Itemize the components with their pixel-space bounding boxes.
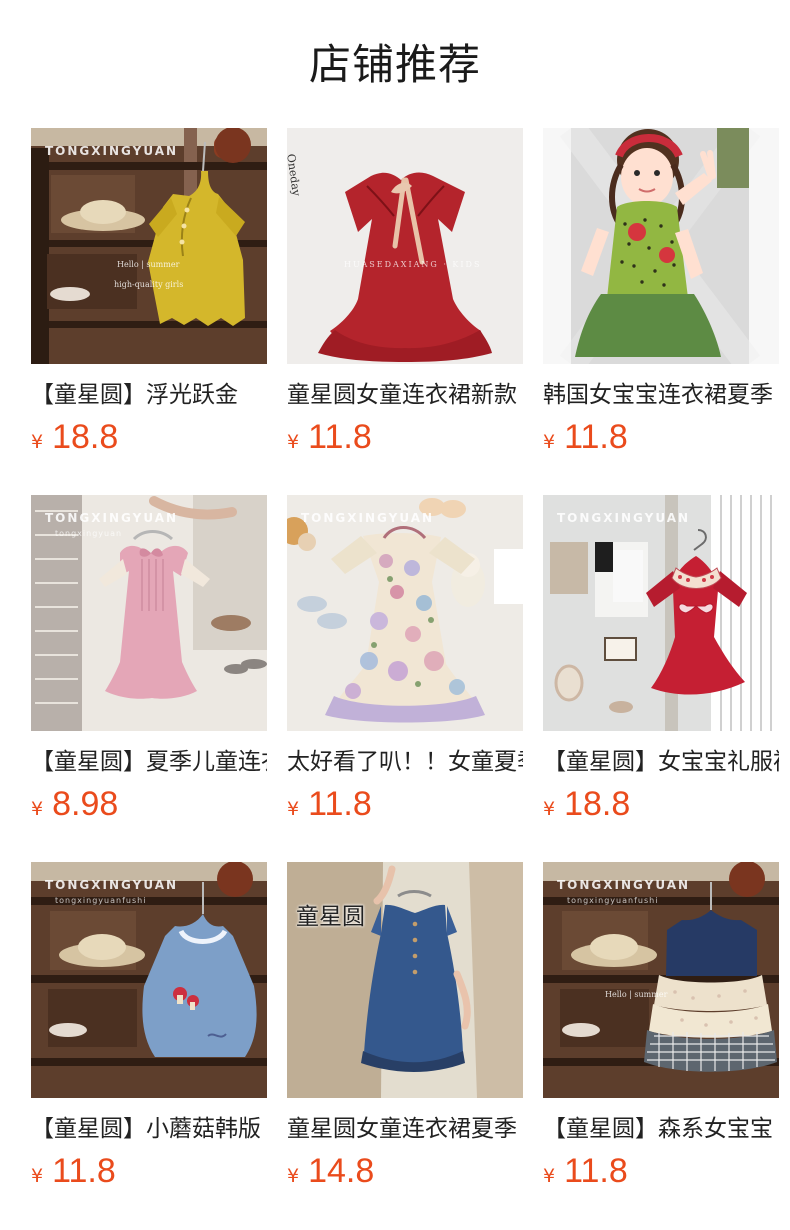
photo-watermark: TONGXINGYUAN <box>301 511 435 525</box>
product-image[interactable]: TONGXINGYUAN tongxingyuanfushi <box>31 862 267 1098</box>
currency-symbol: ¥ <box>287 431 300 453</box>
product-price: ¥ 8.98 <box>31 785 267 825</box>
product-card[interactable]: TONGXINGYUAN tongxingyuanfushi 【童星圆】小蘑菇韩… <box>31 862 267 1229</box>
floral-dress-photo <box>287 495 523 731</box>
photo-caption: high-quality girls <box>114 280 184 289</box>
product-card[interactable]: 韩国女宝宝连衣裙夏季 ¥ 11.8 <box>543 128 779 495</box>
photo-watermark: TONGXINGYUAN <box>45 878 179 892</box>
product-image[interactable]: 童星圆 <box>287 862 523 1098</box>
product-name[interactable]: 童星圆女童连衣裙夏季 <box>287 1112 523 1146</box>
brand-stamp: 童星圆 <box>296 904 365 930</box>
product-grid: TONGXINGYUAN Hello | summer high-quality… <box>31 128 781 1229</box>
product-price: ¥ 14.8 <box>287 1152 523 1192</box>
photo-caption: Hello | summer <box>605 990 668 999</box>
price-amount: 11.8 <box>564 1152 628 1190</box>
photo-watermark: TONGXINGYUAN <box>45 144 179 158</box>
currency-symbol: ¥ <box>287 1165 300 1187</box>
currency-symbol: ¥ <box>543 431 556 453</box>
section-title: 店铺推荐 <box>308 40 481 89</box>
product-card[interactable]: TONGXINGYUAN tongxingyuan 【童星圆】夏季儿童连衣裙 ¥… <box>31 495 267 862</box>
girl-watermelon-dress-photo <box>543 128 779 364</box>
price-amount: 8.98 <box>52 785 119 823</box>
currency-symbol: ¥ <box>287 798 300 820</box>
product-name[interactable]: 【童星圆】浮光跃金 <box>31 378 267 412</box>
product-name[interactable]: 【童星圆】夏季儿童连衣裙 <box>31 745 267 779</box>
photo-caption: tongxingyuanfushi <box>567 896 659 905</box>
price-amount: 11.8 <box>308 785 372 823</box>
product-card[interactable]: 童星圆 童星圆女童连衣裙夏季 ¥ 14.8 <box>287 862 523 1229</box>
product-image[interactable]: TONGXINGYUAN <box>543 495 779 731</box>
product-card[interactable]: TONGXINGYUAN tongxingyuanfushi Hello | s… <box>543 862 779 1229</box>
product-image[interactable] <box>543 128 779 364</box>
price-amount: 11.8 <box>308 418 372 456</box>
product-image[interactable]: TONGXINGYUAN <box>287 495 523 731</box>
price-amount: 14.8 <box>308 1152 375 1190</box>
photo-caption: tongxingyuanfushi <box>55 896 147 905</box>
product-name[interactable]: 【童星圆】女宝宝礼服裙 <box>543 745 779 779</box>
product-card[interactable]: TONGXINGYUAN 【童星圆】女宝宝礼服裙 ¥ 18.8 <box>543 495 779 862</box>
currency-symbol: ¥ <box>31 798 44 820</box>
product-card[interactable]: Oneday HUASEDAXIANG · KIDS 童星圆女童连衣裙新款 ¥ … <box>287 128 523 495</box>
product-card[interactable]: TONGXINGYUAN 太好看了叭！！女童夏季 ¥ 11.8 <box>287 495 523 862</box>
product-name[interactable]: 【童星圆】小蘑菇韩版 <box>31 1112 267 1146</box>
photo-caption: tongxingyuan <box>55 529 123 538</box>
product-name[interactable]: 【童星圆】森系女宝宝 <box>543 1112 779 1146</box>
product-price: ¥ 18.8 <box>543 785 779 825</box>
photo-watermark: HUASEDAXIANG · KIDS <box>344 260 482 269</box>
product-price: ¥ 18.8 <box>31 418 267 458</box>
product-image[interactable]: TONGXINGYUAN tongxingyuan <box>31 495 267 731</box>
photo-caption: Hello | summer <box>117 260 180 269</box>
currency-symbol: ¥ <box>31 1165 44 1187</box>
price-amount: 18.8 <box>564 785 631 823</box>
red-formal-dress-photo <box>543 495 779 731</box>
photo-watermark: TONGXINGYUAN <box>45 511 179 525</box>
product-card[interactable]: TONGXINGYUAN Hello | summer high-quality… <box>31 128 267 495</box>
currency-symbol: ¥ <box>543 798 556 820</box>
price-amount: 11.8 <box>564 418 628 456</box>
product-image[interactable]: TONGXINGYUAN Hello | summer high-quality… <box>31 128 267 364</box>
price-amount: 11.8 <box>52 1152 116 1190</box>
currency-symbol: ¥ <box>543 1165 556 1187</box>
photo-watermark: TONGXINGYUAN <box>557 878 691 892</box>
red-dress-photo <box>287 128 523 364</box>
yellow-dress-photo <box>31 128 267 364</box>
price-amount: 18.8 <box>52 418 119 456</box>
product-price: ¥ 11.8 <box>31 1152 267 1192</box>
product-price: ¥ 11.8 <box>287 785 523 825</box>
shop-recommendation-page: 店铺推荐 TONGXINGYUAN Hello | summer high-qu… <box>0 0 790 1230</box>
product-name[interactable]: 童星圆女童连衣裙新款 <box>287 378 523 412</box>
product-price: ¥ 11.8 <box>287 418 523 458</box>
product-price: ¥ 11.8 <box>543 418 779 458</box>
product-name[interactable]: 韩国女宝宝连衣裙夏季 <box>543 378 779 412</box>
product-image[interactable]: Oneday HUASEDAXIANG · KIDS <box>287 128 523 364</box>
currency-symbol: ¥ <box>31 431 44 453</box>
photo-watermark: TONGXINGYUAN <box>557 511 691 525</box>
product-price: ¥ 11.8 <box>543 1152 779 1192</box>
product-name[interactable]: 太好看了叭！！女童夏季 <box>287 745 523 779</box>
product-image[interactable]: TONGXINGYUAN tongxingyuanfushi Hello | s… <box>543 862 779 1098</box>
